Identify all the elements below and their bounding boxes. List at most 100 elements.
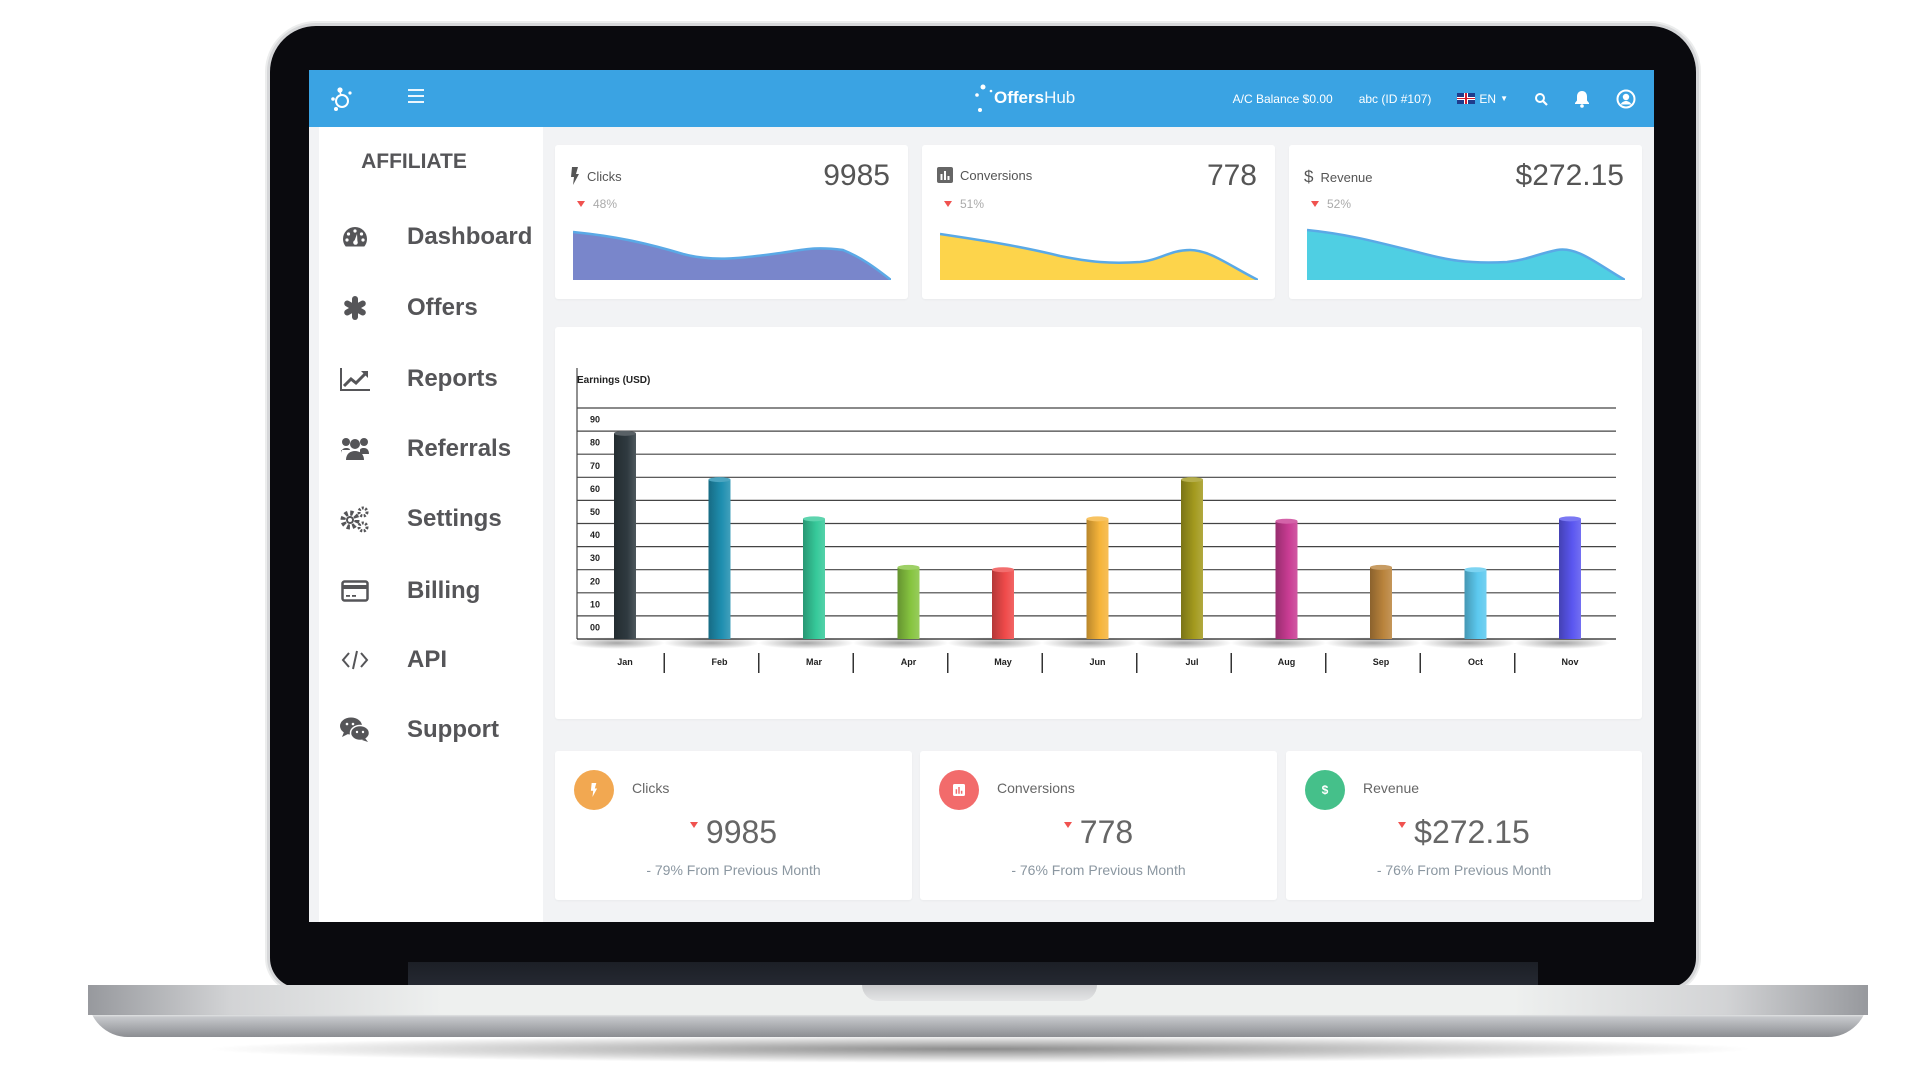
bar-oct [1464, 569, 1487, 639]
sidebar-item-offers[interactable]: Offers [339, 288, 478, 328]
bolt-icon [571, 167, 579, 185]
summary-value: 778 [1079, 814, 1134, 850]
dollar-icon: $ [1304, 167, 1314, 186]
summary-value: $272.15 [1414, 814, 1530, 850]
y-tick-label: 70 [590, 461, 600, 471]
brand-logo[interactable]: Offers Hub [974, 82, 1075, 114]
bar-cap [992, 567, 1014, 573]
summary-label: Clicks [632, 780, 670, 796]
summary-card-revenue: $ Revenue $272.15 - 76% From Previous Mo… [1286, 751, 1642, 900]
brand-mark-icon [975, 84, 993, 112]
summary-change: - 76% From Previous Month [1376, 862, 1552, 878]
stat-card-clicks: Clicks 9985 48% [555, 145, 908, 299]
x-tick-label: Oct [1468, 657, 1483, 667]
sparkline-clicks [573, 230, 891, 280]
bar-cap [1464, 567, 1487, 573]
brand-light: Hub [1044, 88, 1076, 107]
bar-cap [1275, 518, 1298, 524]
bar-jun [1086, 518, 1109, 639]
sidebar-item-label: Reports [407, 365, 498, 392]
y-tick-label: 60 [590, 484, 600, 494]
asterisk-icon [344, 296, 366, 320]
brand-bold: Offers [994, 88, 1045, 107]
sparkline-revenue [1307, 228, 1625, 280]
user-circle-icon[interactable] [1616, 89, 1636, 109]
bell-icon[interactable] [1574, 90, 1590, 108]
bar-sep [1370, 567, 1392, 639]
dashboard-gauge-icon [343, 227, 367, 247]
code-icon [341, 650, 369, 670]
sidebar-item-dashboard[interactable]: Dashboard [339, 217, 532, 257]
trend-down-icon [944, 201, 952, 207]
laptop-notch [862, 985, 1097, 1001]
stat-value: 778 [1206, 159, 1257, 192]
stat-value: $272.15 [1515, 159, 1624, 192]
trend-down-icon [577, 201, 585, 207]
bar-cap [708, 477, 731, 483]
x-tick-label: Apr [901, 657, 917, 667]
language-label: EN [1479, 91, 1497, 106]
sidebar-item-reports[interactable]: Reports [339, 359, 498, 399]
bar-cap [1370, 564, 1392, 570]
logo-icon[interactable] [327, 84, 357, 114]
x-tick-label: Jul [1185, 657, 1198, 667]
stat-change: 51% [960, 197, 985, 211]
language-selector[interactable]: EN ▼ [1457, 92, 1508, 106]
bar-mar [803, 518, 825, 639]
y-tick-label: 20 [590, 576, 600, 586]
caret-down-icon: ▼ [1500, 94, 1508, 103]
sidebar-item-label: Billing [407, 577, 481, 604]
sidebar-item-label: Support [407, 716, 499, 743]
summary-change: - 76% From Previous Month [1011, 862, 1186, 878]
stat-label: Revenue [1320, 169, 1373, 185]
user-account[interactable]: abc (ID #107) [1359, 92, 1432, 106]
sidebar-item-label: Referrals [407, 435, 512, 462]
bar-chart-icon [939, 770, 979, 810]
menu-icon[interactable] [408, 89, 424, 103]
sidebar: AFFILIATE Dashboard Offers Reports Refer… [319, 127, 543, 922]
x-tick-label: Sep [1373, 657, 1390, 667]
chart-title: Earnings (USD) [577, 375, 650, 386]
bar-feb [708, 479, 731, 639]
bar-cap [803, 516, 825, 522]
search-icon[interactable] [1534, 92, 1548, 106]
y-tick-label: 80 [590, 438, 600, 448]
stat-card-conversions: Conversions 778 51% [922, 145, 1275, 299]
bar-cap [1559, 516, 1581, 522]
bar-chart-icon [937, 167, 953, 183]
bar-cap [1086, 516, 1109, 522]
x-tick-label: Nov [1561, 657, 1578, 667]
y-tick-label: 50 [590, 507, 600, 517]
sidebar-item-api[interactable]: API [339, 640, 447, 680]
y-tick-label: 40 [590, 530, 600, 540]
summary-value: 9985 [705, 814, 778, 850]
trend-down-icon [1398, 822, 1407, 828]
y-tick-label: 90 [590, 415, 600, 425]
summary-change: - 79% From Previous Month [646, 862, 821, 878]
stat-label: Clicks [587, 168, 622, 184]
sidebar-item-billing[interactable]: Billing [339, 571, 480, 611]
bar-cap [1181, 477, 1203, 483]
bar-cap [614, 430, 636, 436]
navbar-right: A/C Balance $0.00 abc (ID #107) EN ▼ [1233, 70, 1636, 127]
x-tick-label: Jun [1089, 657, 1105, 667]
stat-change: 52% [1327, 197, 1352, 211]
y-tick-label: 30 [590, 553, 600, 563]
gears-icon [340, 506, 369, 533]
sparkline-conversions [940, 232, 1258, 280]
earnings-bar-chart: Earnings (USD) 00 10 20 30 40 50 60 70 80 90 Jan Fe… [569, 368, 1616, 673]
summary-label: Conversions [997, 780, 1075, 796]
bar-jul [1181, 479, 1203, 639]
app-screen: Offers Hub A/C Balance $0.00 abc (ID #107… [309, 70, 1654, 922]
chat-bubbles-icon [340, 717, 371, 742]
summary-card-conversions: Conversions 778 - 76% From Previous Mont… [920, 751, 1277, 900]
x-tick-label: Feb [711, 657, 728, 667]
sidebar-item-label: API [407, 646, 448, 673]
sidebar-item-referrals[interactable]: Referrals [339, 429, 511, 469]
bar-cap [897, 564, 920, 570]
sidebar-item-support[interactable]: Support [339, 710, 499, 750]
trend-down-icon [689, 822, 698, 828]
sidebar-item-settings[interactable]: Settings [339, 499, 502, 539]
stat-change: 48% [593, 197, 618, 211]
bar-aug [1275, 521, 1298, 639]
